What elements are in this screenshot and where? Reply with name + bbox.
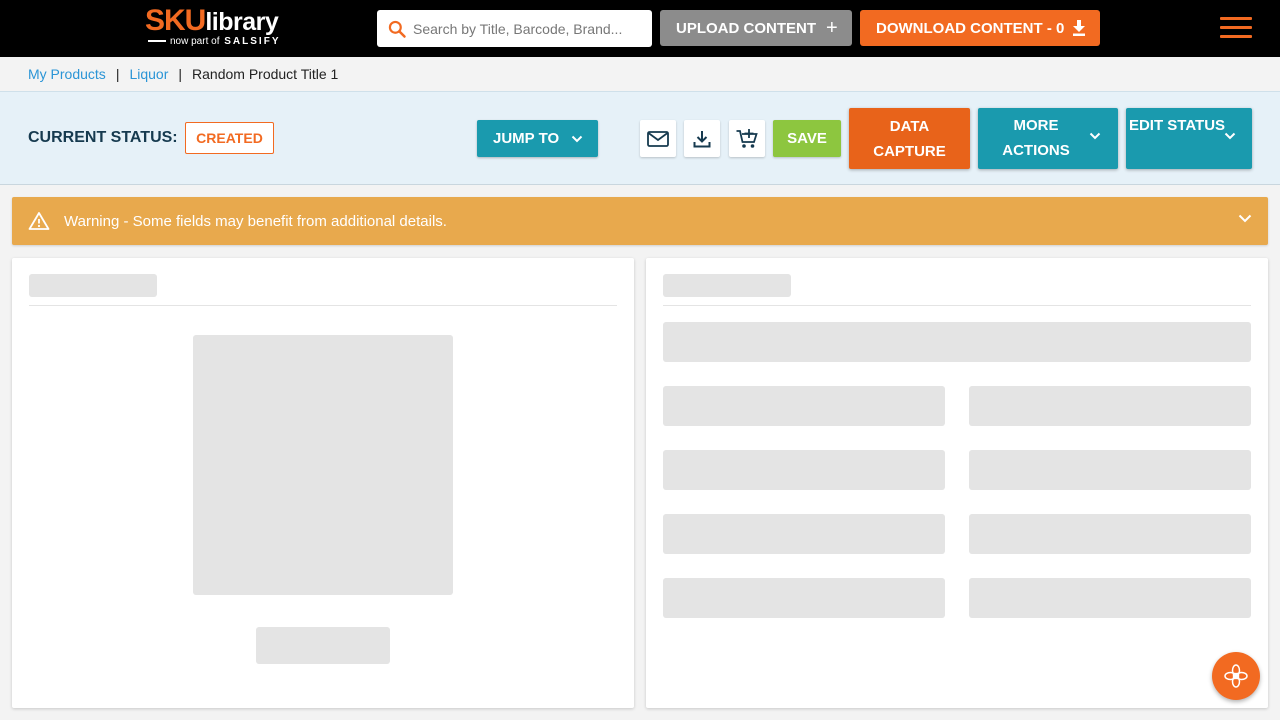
- chevron-down-icon: [1089, 132, 1101, 140]
- current-status-label: CURRENT STATUS:: [28, 129, 178, 146]
- download-icon: [1073, 20, 1086, 36]
- upload-content-button[interactable]: UPLOAD CONTENT +: [660, 10, 852, 46]
- skeleton-field-wide: [663, 322, 1251, 362]
- skeleton-field: [969, 450, 1251, 490]
- breadcrumb: My Products | Liquor | Random Product Ti…: [0, 57, 1280, 91]
- chevron-down-icon[interactable]: [1238, 214, 1252, 223]
- skeleton-field: [663, 514, 945, 554]
- skeleton-field: [969, 514, 1251, 554]
- status-toolbar: CURRENT STATUS: CREATED JUMP TO SAVE DAT…: [0, 91, 1280, 185]
- help-flower-icon: [1224, 664, 1248, 688]
- email-icon: [647, 130, 669, 147]
- panel-divider: [663, 305, 1251, 306]
- add-to-cart-button[interactable]: [729, 120, 765, 157]
- product-details-panel: [646, 258, 1268, 708]
- skeleton-field: [663, 386, 945, 426]
- product-image-panel: [12, 258, 634, 708]
- edit-status-button[interactable]: EDIT STATUS: [1126, 108, 1252, 169]
- logo-subtitle: now part of: [170, 36, 220, 47]
- skeleton-field: [663, 450, 945, 490]
- warning-banner[interactable]: Warning - Some fields may benefit from a…: [12, 197, 1268, 245]
- top-navigation-bar: SKUlibrary now part of SALSIFY UPLOAD CO…: [0, 0, 1280, 57]
- save-button[interactable]: SAVE: [773, 120, 841, 157]
- skeleton-panel-title: [29, 274, 157, 297]
- warning-triangle-icon: [28, 212, 50, 230]
- skeleton-image-button: [256, 627, 390, 664]
- data-capture-button[interactable]: DATA CAPTURE: [849, 108, 970, 169]
- sku-library-logo[interactable]: SKUlibrary now part of SALSIFY: [145, 4, 295, 50]
- breadcrumb-link-my-products[interactable]: My Products: [28, 66, 106, 82]
- breadcrumb-separator: |: [178, 66, 183, 82]
- edit-status-label: EDIT STATUS: [1128, 117, 1226, 134]
- more-actions-button[interactable]: MORE ACTIONS: [978, 108, 1118, 169]
- download-content-button[interactable]: DOWNLOAD CONTENT - 0: [860, 10, 1100, 46]
- skeleton-field: [663, 578, 945, 618]
- jump-to-button[interactable]: JUMP TO: [477, 120, 598, 157]
- hamburger-menu-icon[interactable]: [1220, 17, 1252, 41]
- help-button[interactable]: [1212, 652, 1260, 700]
- logo-sku-text: SKU: [145, 4, 206, 37]
- chevron-down-icon: [1224, 132, 1236, 140]
- skeleton-panel-title: [663, 274, 791, 297]
- download-icon: [693, 130, 711, 147]
- skeleton-field: [969, 386, 1251, 426]
- more-actions-label: MORE ACTIONS: [1002, 117, 1070, 159]
- download-content-label: DOWNLOAD CONTENT - 0: [876, 19, 1065, 37]
- search-icon[interactable]: [387, 19, 407, 39]
- plus-icon: +: [826, 17, 838, 39]
- search-box: [377, 10, 652, 47]
- skeleton-field: [969, 578, 1251, 618]
- status-badge: CREATED: [185, 122, 274, 154]
- breadcrumb-link-liquor[interactable]: Liquor: [129, 66, 168, 82]
- breadcrumb-separator: |: [115, 66, 120, 82]
- email-button[interactable]: [640, 120, 676, 157]
- search-input[interactable]: [413, 10, 643, 47]
- logo-brand: SALSIFY: [224, 36, 281, 47]
- skeleton-product-image: [193, 335, 453, 595]
- upload-content-label: UPLOAD CONTENT: [676, 19, 816, 37]
- data-capture-label: DATA CAPTURE: [873, 117, 946, 160]
- jump-to-label: JUMP TO: [493, 130, 560, 147]
- add-to-cart-icon: [736, 128, 758, 148]
- download-button[interactable]: [684, 120, 720, 157]
- panel-divider: [29, 305, 617, 306]
- chevron-down-icon: [571, 135, 583, 142]
- breadcrumb-current: Random Product Title 1: [192, 66, 339, 82]
- warning-text: Warning - Some fields may benefit from a…: [64, 212, 447, 230]
- logo-library-text: library: [205, 8, 279, 36]
